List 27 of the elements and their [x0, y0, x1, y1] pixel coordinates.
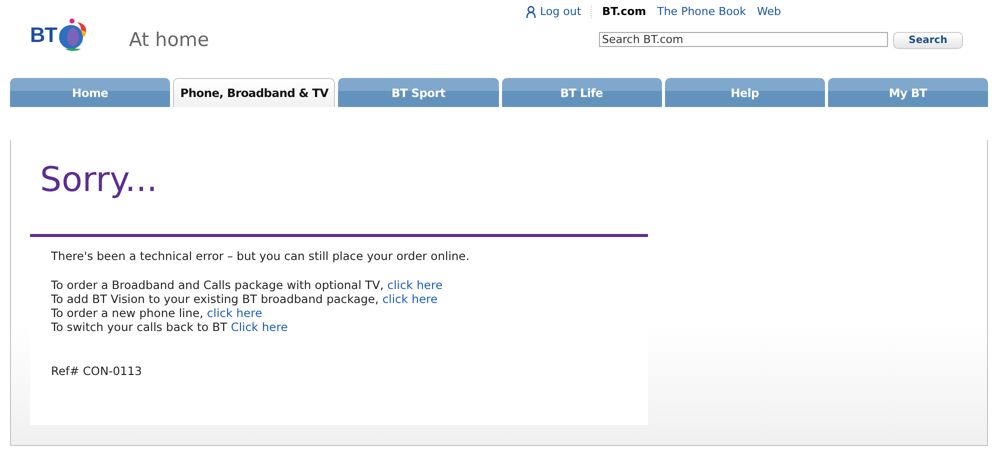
click-here-link[interactable]: click here — [387, 278, 443, 292]
click-here-link[interactable]: Click here — [230, 320, 288, 334]
order-option-text: To add BT Vision to your existing BT broadband package, click here — [51, 292, 439, 306]
log-out-link[interactable]: Log out — [526, 5, 592, 18]
click-here-link[interactable]: click here — [382, 292, 438, 306]
page-title: Sorry... — [40, 160, 158, 200]
globe-logo-icon — [57, 18, 89, 54]
logo-text: BT — [30, 24, 57, 48]
site-link[interactable]: Web — [757, 5, 781, 18]
order-option-text: To order a Broadband and Calls package with optional TV, click here — [51, 278, 444, 292]
person-icon — [526, 6, 536, 18]
nav-tab[interactable]: Home — [10, 78, 170, 107]
order-option-text: To order a new phone line, click here — [51, 306, 264, 320]
search-button[interactable]: Search — [893, 32, 963, 49]
site-name: At home — [129, 29, 210, 51]
order-option-text: To switch your calls back to BT Click here — [51, 320, 289, 334]
nav-tab[interactable]: Help — [664, 78, 825, 107]
nav-tab[interactable]: Phone, Broadband & TV — [173, 78, 336, 107]
search-field[interactable]: Search BT.com — [599, 32, 888, 47]
reference-code: Ref# CON-0113 — [51, 364, 143, 378]
error-message: There's been a technical error – but you can still place your order online. — [51, 249, 470, 263]
nav-tab[interactable]: My BT — [828, 78, 988, 107]
click-here-link[interactable]: click here — [206, 306, 262, 320]
nav-tab[interactable]: BT Sport — [338, 78, 499, 107]
nav-tab[interactable]: BT Life — [502, 78, 662, 107]
site-link[interactable]: The Phone Book — [657, 5, 746, 18]
site-link[interactable]: BT.com — [602, 5, 646, 18]
